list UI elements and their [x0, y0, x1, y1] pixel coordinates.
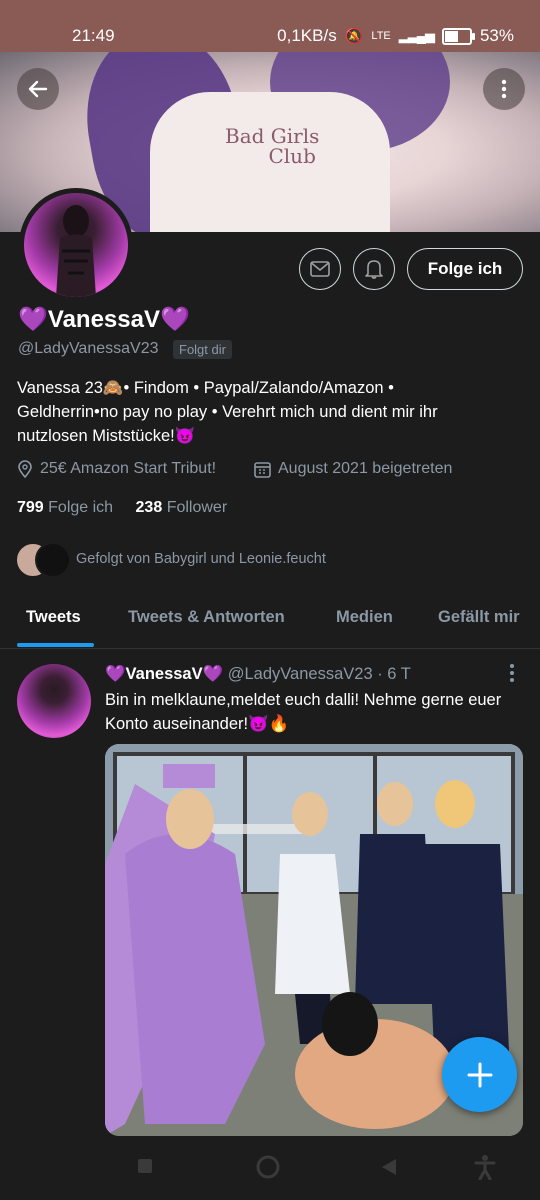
status-bar: 21:49 0,1KB/s 🔕 LTE ▂▃▄▅ 53% [0, 0, 540, 52]
system-nav-bar [0, 1136, 540, 1200]
followed-by-text[interactable]: Gefolgt von Babygirl und Leonie.feucht [76, 551, 326, 567]
back-nav-button[interactable] [380, 1158, 398, 1181]
location-text: 25€ Amazon Start Tribut! [40, 460, 217, 477]
location-pin-icon [18, 460, 32, 478]
plus-icon [467, 1062, 492, 1087]
message-button[interactable] [299, 248, 341, 290]
profile-handle: @LadyVanessaV23 [18, 340, 159, 357]
compose-tweet-button[interactable] [442, 1037, 517, 1112]
joined-text: August 2021 beigetreten [278, 460, 453, 477]
banner-shirt-text-line1: Bad Girls [225, 124, 320, 148]
home-button[interactable] [256, 1155, 280, 1184]
accessibility-icon [474, 1155, 496, 1181]
triangle-back-icon [382, 1159, 396, 1175]
following-label: Folge ich [48, 499, 114, 516]
tweet-header: 💜VanessaV💜 @LadyVanessaV23 · 6 T [105, 665, 411, 684]
tweet-text: Bin in melklaune,meldet euch dalli! Nehm… [105, 691, 502, 733]
profile-counts: 799 Folge ich 238 Follower [17, 499, 227, 517]
mute-icon: 🔕 [344, 28, 364, 45]
tweet-author-name[interactable]: 💜VanessaV💜 [105, 665, 223, 683]
notify-button[interactable] [353, 248, 395, 290]
more-vertical-icon [510, 664, 514, 682]
profile-joined: August 2021 beigetreten [254, 460, 452, 478]
calendar-icon [254, 461, 271, 478]
followers-count: 238 [135, 499, 163, 516]
profile-bio: Vanessa 23🙈• Findom • Paypal/Zalando/Ama… [17, 379, 438, 445]
following-count: 799 [17, 499, 44, 516]
square-icon [138, 1159, 152, 1173]
arrow-left-icon [28, 80, 48, 98]
more-options-button[interactable] [483, 68, 525, 110]
network-speed: 0,1KB/s [277, 26, 337, 45]
follow-button[interactable]: Folge ich [407, 248, 523, 290]
envelope-icon [310, 261, 330, 277]
accessibility-button[interactable] [474, 1154, 496, 1185]
following-link[interactable]: 799 Folge ich [17, 499, 113, 516]
tab-tweets-replies[interactable]: Tweets & Antworten [128, 608, 285, 627]
battery-percent: 53% [479, 26, 514, 45]
tweet-author-handle: @LadyVanessaV23 [227, 665, 373, 683]
status-time: 21:49 [72, 26, 115, 45]
profile-tabs: Tweets Tweets & Antworten Medien Gefällt… [0, 596, 540, 649]
back-button[interactable] [17, 68, 59, 110]
follower-avatar [35, 542, 71, 578]
tweet-avatar[interactable] [17, 664, 91, 738]
avatar-figure [56, 205, 96, 297]
bell-icon [365, 260, 383, 279]
profile-avatar[interactable] [19, 188, 133, 302]
signal-icon: ▂▃▄▅ [398, 28, 435, 43]
tab-media[interactable]: Medien [336, 608, 393, 627]
follows-you-badge: Folgt dir [173, 340, 232, 359]
profile-location: 25€ Amazon Start Tribut! [17, 460, 216, 478]
circle-icon [256, 1155, 280, 1179]
followers-link[interactable]: 238 Follower [136, 499, 228, 516]
followers-label: Follower [166, 499, 228, 516]
profile-name: 💜VanessaV💜 [18, 306, 190, 333]
tab-tweets[interactable]: Tweets [26, 608, 81, 627]
banner-shirt-text-line2: Club [268, 144, 316, 168]
followed-by-avatars[interactable] [15, 542, 71, 578]
tweet-more-button[interactable] [506, 662, 518, 690]
tweet-time: · 6 T [377, 665, 411, 683]
banner-shirt-text: Bad Girls Club [225, 126, 319, 166]
network-type: LTE [371, 30, 391, 42]
more-vertical-icon [501, 79, 507, 99]
status-right: 0,1KB/s 🔕 LTE ▂▃▄▅ 53% [277, 26, 514, 46]
battery-icon [441, 27, 475, 45]
tab-likes[interactable]: Gefällt mir [438, 608, 520, 627]
active-tab-indicator [17, 643, 94, 647]
recent-apps-button[interactable] [137, 1158, 153, 1179]
